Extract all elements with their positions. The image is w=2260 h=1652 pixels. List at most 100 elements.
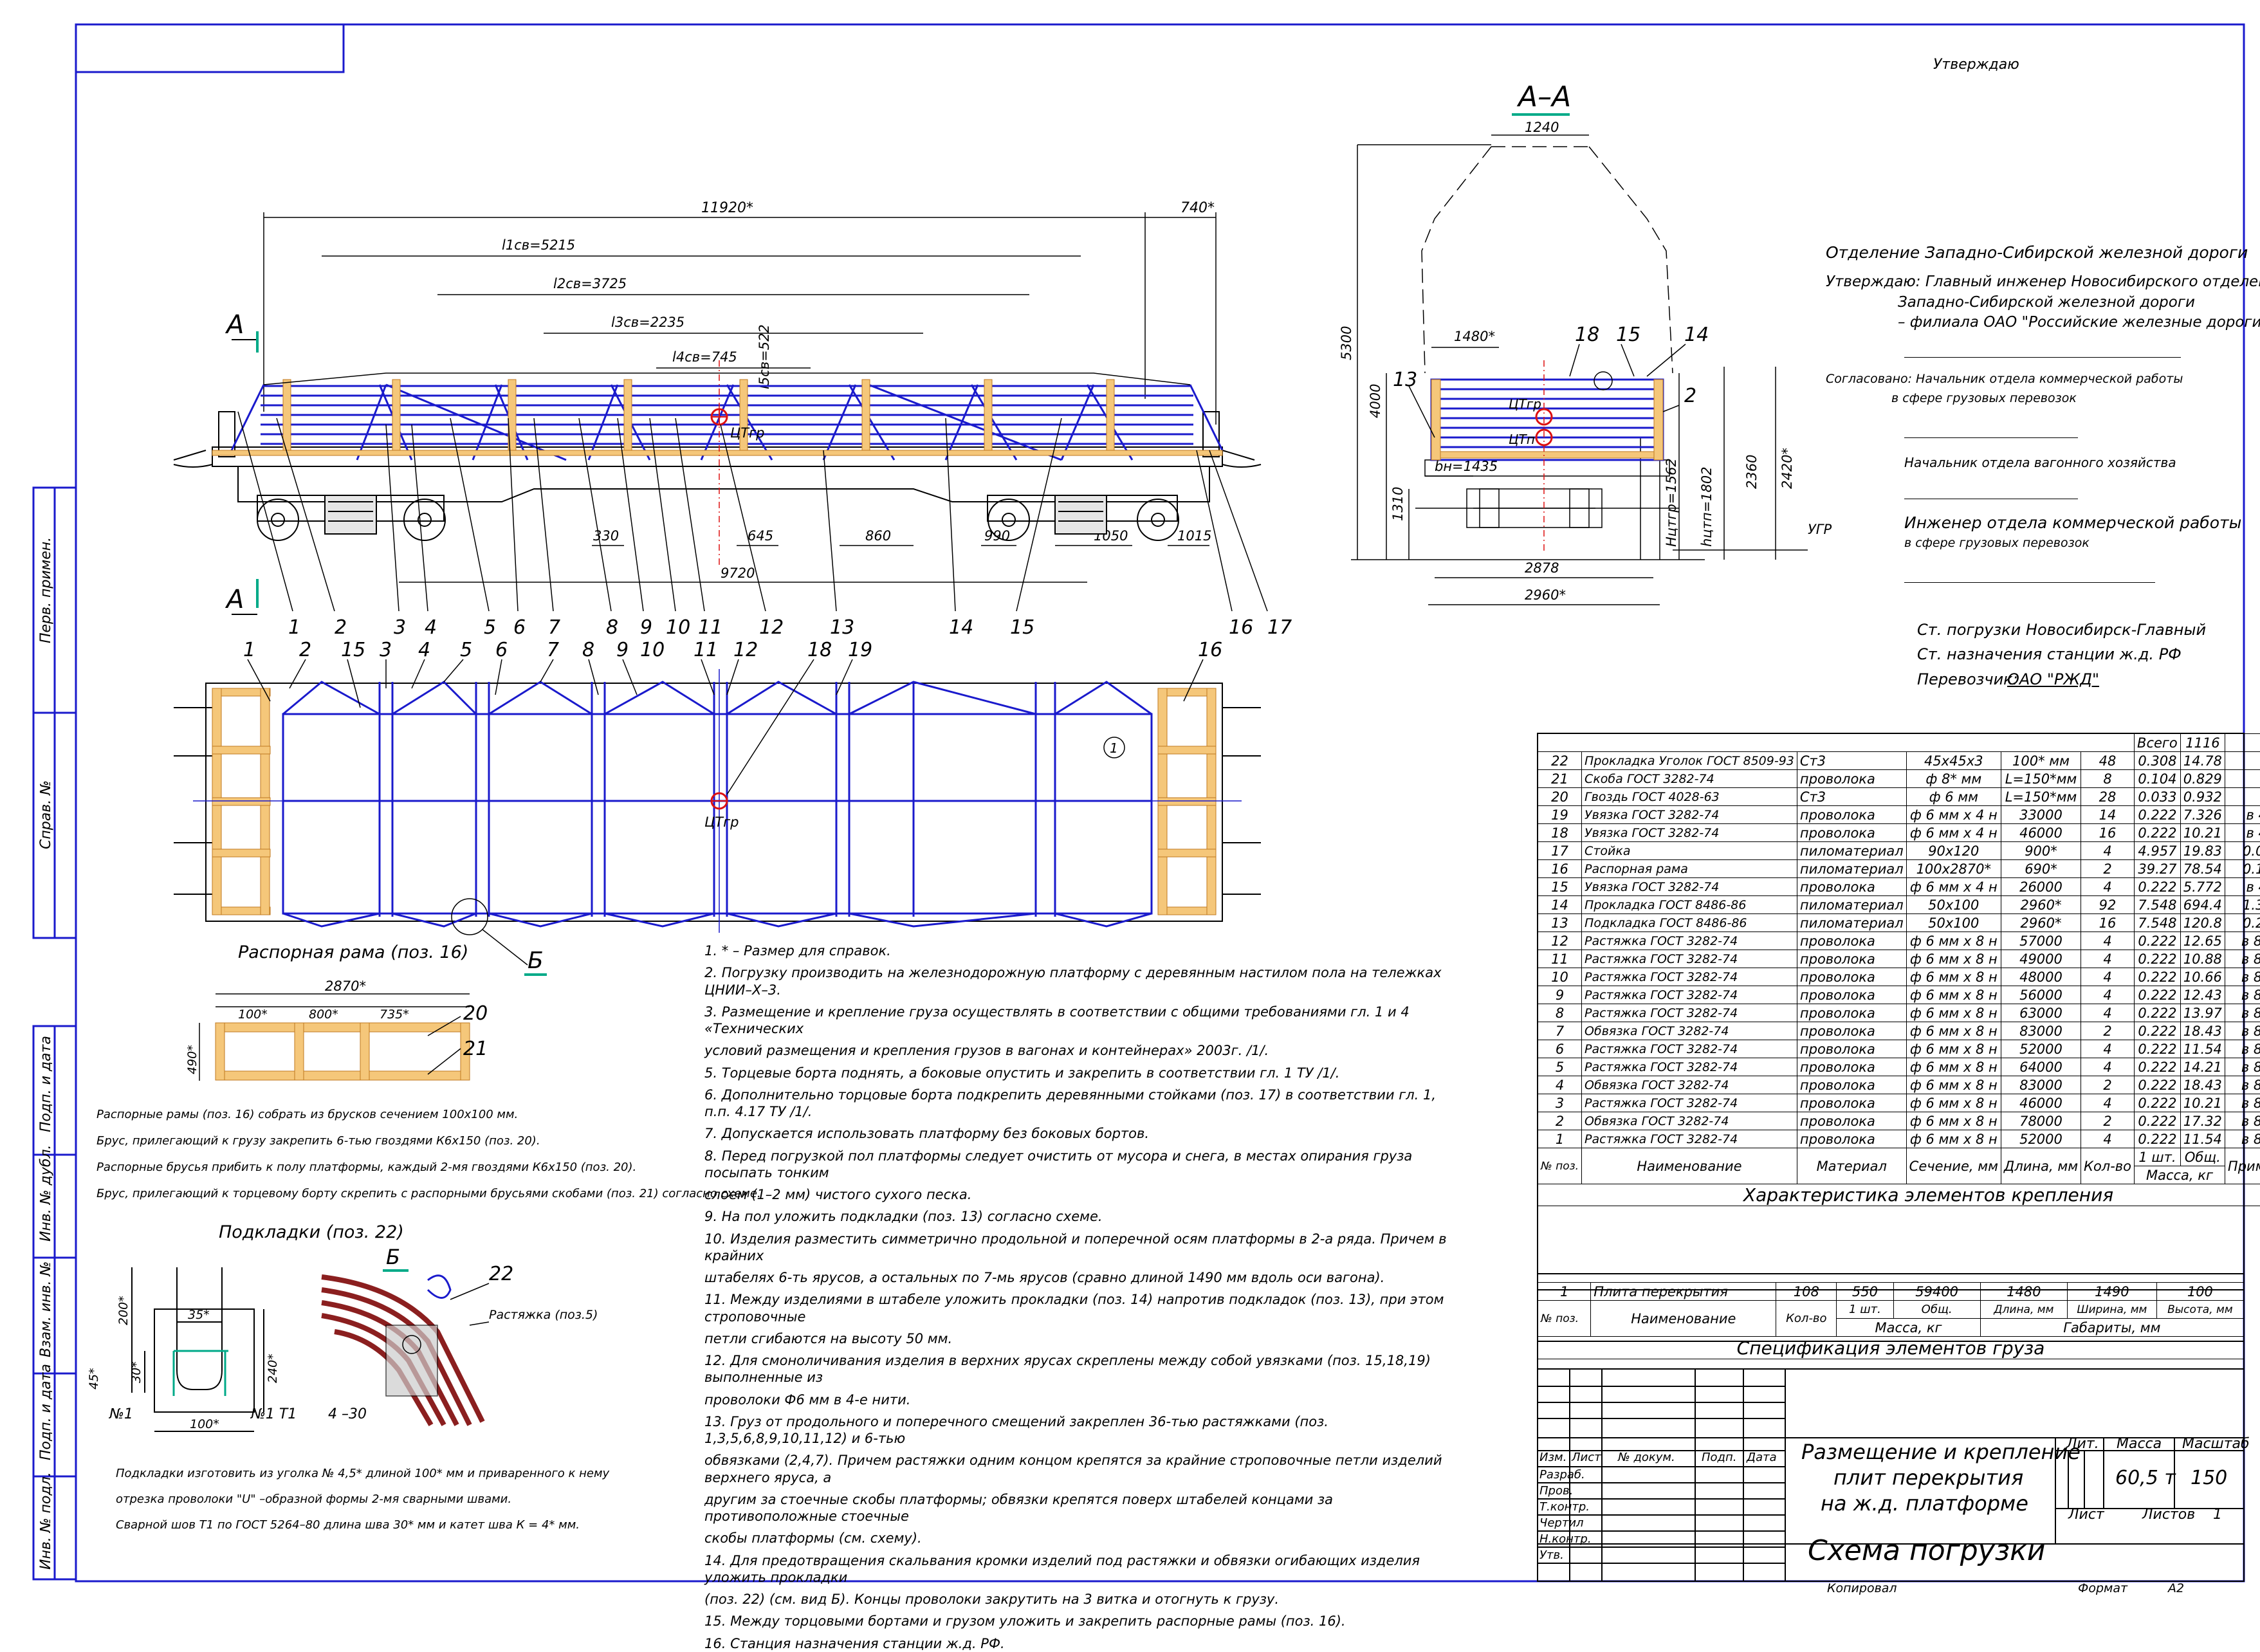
spec-cell: ф 6 мм х 8 н: [1906, 1058, 2001, 1076]
general-notes: 1. * – Размер для справок. 2. Погрузку п…: [704, 942, 1464, 1652]
format-value: А2: [2168, 1581, 2184, 1595]
weld-size: 4 –30: [328, 1406, 367, 1422]
spec-cell: в 8-мь н.: [2225, 986, 2260, 1004]
spec-cell: 48000: [2001, 968, 2081, 986]
spec-row: 4Обвязка ГОСТ 3282-74проволокаф 6 мм х 8…: [1538, 1076, 2260, 1094]
spec-cell: проволока: [1797, 878, 1906, 896]
spec-cell: 0.932: [2180, 788, 2225, 806]
spec-cell: пиломатериал: [1797, 860, 1906, 878]
mass-label: Масса, кг: [2135, 1166, 2225, 1184]
agreed3b: в сфере грузовых перевозок: [1904, 536, 2090, 550]
spec-cell: 13.97: [2180, 1004, 2225, 1022]
spec-cell: ф 6 мм х 8 н: [1906, 1094, 2001, 1112]
spec-cell: Растяжка ГОСТ 3282-74: [1582, 1040, 1797, 1058]
dept-title: Отделение Западно-Сибирской железной дор…: [1826, 243, 2248, 262]
spec-cell: 92: [2081, 896, 2135, 914]
spec-cell: 3: [1538, 1094, 1582, 1112]
scale-value: 150: [2191, 1467, 2227, 1489]
spec-cell: 120.8: [2180, 914, 2225, 932]
svg-text:7: 7: [547, 639, 559, 661]
strip-label: Инв. № подл.: [38, 1472, 54, 1570]
spec-cell: в 8-мь н.: [2225, 1112, 2260, 1130]
role: Чертил: [1539, 1516, 1584, 1530]
cargo-spec-table: 1 Плита перекрытия 108 550 59400 1480 14…: [1538, 1282, 2244, 1359]
svg-text:8: 8: [606, 616, 618, 639]
spec-cell: 56000: [2001, 986, 2081, 1004]
spec-cell: 52000: [2001, 1040, 2081, 1058]
spec-cell: Ст3: [1797, 788, 1906, 806]
role: Т.контр.: [1539, 1500, 1590, 1514]
svg-text:10: 10: [666, 616, 690, 639]
spec-cell: 14.78: [2180, 752, 2225, 770]
spec-cell: 90х120: [1906, 842, 2001, 860]
spec-cell: L=150*мм: [2001, 788, 2081, 806]
spec-cell: ф 6 мм х 8 н: [1906, 986, 2001, 1004]
svg-text:7: 7: [548, 616, 560, 639]
note-line: 3. Размещение и крепление груза осуществ…: [704, 1004, 1464, 1038]
spec-cell: 16: [1538, 860, 1582, 878]
spec-cell: 19: [1538, 806, 1582, 824]
section-mark-top: А: [225, 310, 244, 340]
spec-cell: ф 6 мм х 8 н: [1906, 1076, 2001, 1094]
note-line: 16. Станция назначения станции ж.д. РФ.: [704, 1635, 1464, 1652]
spec-cell: 14: [2081, 806, 2135, 824]
scale-label: Масштаб: [2182, 1436, 2250, 1452]
spec-row: 14Прокладка ГОСТ 8486-86пиломатериал50х1…: [1538, 896, 2260, 914]
spec-cell: в 8-мь н.: [2225, 1076, 2260, 1094]
spec-cell: 0.039 м³: [2225, 842, 2260, 860]
spec-cell: Ст3: [1797, 752, 1906, 770]
svg-text:2: 2: [299, 639, 311, 661]
note-line: обвязками (2,4,7). Причем растяжки одним…: [704, 1452, 1464, 1486]
spec-cell: Прокладка Уголок ГОСТ 8509-93: [1582, 752, 1797, 770]
pads-note-3: Сварной шов Т1 по ГОСТ 5264–80 длина шва…: [116, 1518, 580, 1533]
spec-cell: Обвязка ГОСТ 3282-74: [1582, 1076, 1797, 1094]
spec-cell: Увязка ГОСТ 3282-74: [1582, 878, 1797, 896]
spec-cell: ф 6 мм х 8 н: [1906, 1040, 2001, 1058]
spec-cell: 8: [2081, 770, 2135, 788]
spec-cell: Растяжка ГОСТ 3282-74: [1582, 1094, 1797, 1112]
spec-cell: 0.222: [2135, 968, 2181, 986]
spec-cell: 4: [2081, 842, 2135, 860]
spec-cell: проволока: [1797, 770, 1906, 788]
spec-cell: в 8-мь н.: [2225, 932, 2260, 950]
spec-cell: ф 6 мм х 8 н: [1906, 1130, 2001, 1148]
spec-cell: 83000: [2001, 1022, 2081, 1040]
spec-cell: пиломатериал: [1797, 896, 1906, 914]
spec-cell: 100х2870*: [1906, 860, 2001, 878]
spec-cell: 690*: [2001, 860, 2081, 878]
dim-240: 240*: [266, 1354, 280, 1383]
spec-cell: 2: [2081, 860, 2135, 878]
spec-cell: [2225, 770, 2260, 788]
callout-22: 22: [489, 1263, 513, 1285]
spec-cell: Растяжка ГОСТ 3282-74: [1582, 950, 1797, 968]
spec-cell: 0.154 м³: [2225, 860, 2260, 878]
spec-cell: 4: [2081, 932, 2135, 950]
spec-row: 19Увязка ГОСТ 3282-74проволокаф 6 мм х 4…: [1538, 806, 2260, 824]
spec-cell: 5: [1538, 1058, 1582, 1076]
spec-cell: 64000: [2001, 1058, 2081, 1076]
spec-cell: 4: [2081, 950, 2135, 968]
spec-cell: в 4-е н.: [2225, 878, 2260, 896]
weld-right: №1 Т1: [250, 1406, 297, 1422]
spec-cell: ф 6 мм: [1906, 788, 2001, 806]
dim-800: 800*: [309, 1007, 338, 1022]
cg-label: ЦТгр: [1509, 396, 1541, 412]
spec-cell: 694.4: [2180, 896, 2225, 914]
dim-735: 735*: [380, 1007, 409, 1022]
rastyazhka-label: Растяжка (поз.5): [489, 1308, 598, 1322]
frame-note-4: Брус, прилегающий к торцевому борту скре…: [96, 1187, 761, 1202]
pads-note-1: Подкладки изготовить из уголка № 4,5* дл…: [116, 1467, 609, 1482]
station-dest: Ст. назначения станции ж.д. РФ: [1917, 645, 2182, 663]
spec-cell: 0.222: [2135, 878, 2181, 896]
spec-cell: проволока: [1797, 932, 1906, 950]
spec-cell: 0.237 м³: [2225, 914, 2260, 932]
spec-cell: Растяжка ГОСТ 3282-74: [1582, 968, 1797, 986]
dim-645: 645: [748, 528, 773, 544]
svg-text:19: 19: [848, 639, 872, 661]
spec-cell: в 8-мь н.: [2225, 1094, 2260, 1112]
spec-cell: 2: [2081, 1022, 2135, 1040]
spec-cell: 10: [1538, 968, 1582, 986]
spec-cell: 33000: [2001, 806, 2081, 824]
callout-20: 20: [463, 1002, 488, 1025]
spec-row: 22Прокладка Уголок ГОСТ 8509-93Ст345х45х…: [1538, 752, 2260, 770]
